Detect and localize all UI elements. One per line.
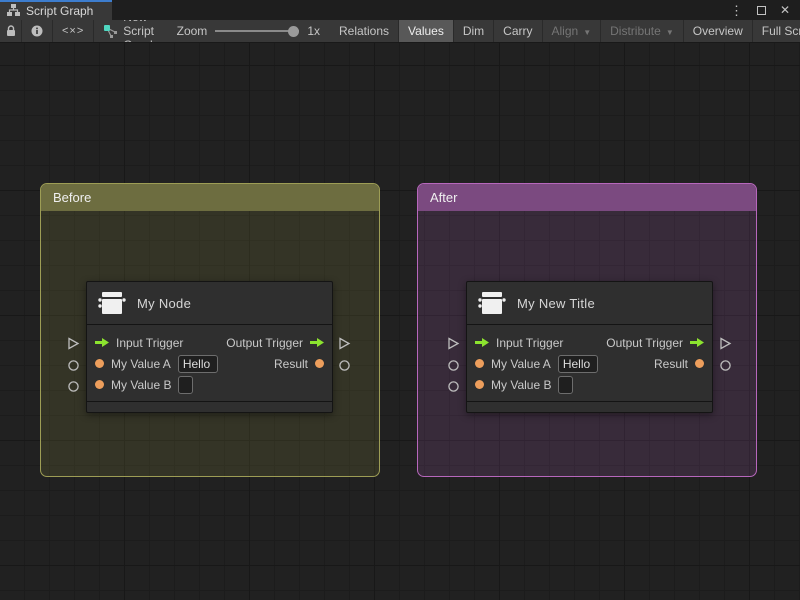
value-a-label: My Value A: [111, 356, 171, 371]
info-icon: [31, 25, 43, 37]
node-row-triggers: Input Trigger Output Trigger: [87, 332, 332, 353]
node-title: My Node: [137, 295, 192, 311]
value-b-input[interactable]: [558, 375, 574, 394]
node-row-value-b: My Value B: [87, 374, 332, 395]
value-b-port-icon[interactable]: [95, 380, 104, 389]
output-trigger-port-icon[interactable]: [690, 338, 704, 347]
info-button[interactable]: [22, 20, 53, 42]
script-graph-icon: [7, 4, 20, 16]
result-label: Result: [273, 356, 308, 371]
toolbar-button-overview[interactable]: Overview: [684, 20, 753, 42]
zoom-control: Zoom 1x: [167, 20, 330, 42]
output-trigger-port-icon[interactable]: [310, 338, 324, 347]
group-after-label: After: [430, 190, 458, 205]
node-footer: [467, 401, 712, 412]
graph-asset-icon: [104, 24, 118, 38]
ext-result-port[interactable]: [719, 359, 732, 372]
value-a-label: My Value A: [491, 356, 551, 371]
toolbar-button-dim[interactable]: Dim: [454, 20, 495, 42]
code-icon: <×>: [62, 25, 85, 37]
tab-bar: Script Graph ⋮ ✕: [0, 0, 800, 20]
unit-icon: [97, 290, 127, 316]
ext-output-trigger-port[interactable]: [338, 337, 351, 350]
ext-value-b-port[interactable]: [67, 380, 80, 393]
chevron-down-icon: ▼: [665, 27, 674, 37]
value-b-input[interactable]: [178, 375, 194, 394]
input-trigger-label: Input Trigger: [496, 335, 564, 350]
node-row-triggers: Input Trigger Output Trigger: [467, 332, 712, 353]
kebab-menu-icon[interactable]: ⋮: [730, 4, 743, 17]
toolbar: <×> New Script Graph Zoom 1x Relations V…: [0, 20, 800, 43]
node-header[interactable]: My Node: [87, 282, 332, 325]
ext-value-b-port[interactable]: [447, 380, 460, 393]
ext-output-trigger-port[interactable]: [719, 337, 732, 350]
lock-icon: [6, 25, 16, 37]
toolbar-button-relations[interactable]: Relations: [330, 20, 400, 42]
close-icon[interactable]: ✕: [780, 4, 790, 16]
input-trigger-port-icon[interactable]: [475, 338, 489, 347]
value-a-port-icon[interactable]: [95, 359, 104, 368]
ext-value-a-port[interactable]: [67, 359, 80, 372]
lock-button[interactable]: [0, 20, 22, 42]
node-body: Input Trigger Output Trigger My Value A: [87, 325, 332, 401]
tab-script-graph[interactable]: Script Graph: [0, 0, 112, 20]
node-body: Input Trigger Output Trigger My Value A: [467, 325, 712, 401]
node-footer: [87, 401, 332, 412]
node-title: My New Title: [517, 295, 596, 311]
value-a-port-icon[interactable]: [475, 359, 484, 368]
ext-input-trigger-port[interactable]: [67, 337, 80, 350]
output-trigger-label: Output Trigger: [226, 335, 303, 350]
tab-title: Script Graph: [26, 3, 94, 18]
toolbar-button-align[interactable]: Align ▼: [543, 20, 602, 42]
group-after-header[interactable]: After: [418, 184, 756, 211]
unit-icon: [477, 290, 507, 316]
node-row-value-a: My Value A Result: [467, 353, 712, 374]
zoom-slider-knob[interactable]: [288, 25, 300, 37]
value-b-label: My Value B: [491, 377, 552, 392]
zoom-slider[interactable]: [215, 25, 300, 37]
node-my-new-title[interactable]: My New Title Input Trigger Output Trigge…: [466, 281, 713, 413]
result-port-icon[interactable]: [695, 359, 704, 368]
result-label: Result: [653, 356, 688, 371]
input-trigger-port-icon[interactable]: [95, 338, 109, 347]
value-a-input[interactable]: [557, 354, 598, 373]
graph-canvas[interactable]: Before After My Node Input Trigger Outpu…: [0, 43, 800, 600]
node-row-value-a: My Value A Result: [87, 353, 332, 374]
toolbar-button-fullscreen[interactable]: Full Screen: [753, 20, 800, 42]
ext-value-a-port[interactable]: [447, 359, 460, 372]
toolbar-button-values[interactable]: Values: [399, 20, 454, 42]
align-label: Align: [551, 24, 579, 38]
value-a-input[interactable]: [177, 354, 218, 373]
group-before-header[interactable]: Before: [41, 184, 379, 211]
toolbar-button-distribute[interactable]: Distribute ▼: [601, 20, 684, 42]
ext-result-port[interactable]: [338, 359, 351, 372]
node-row-value-b: My Value B: [467, 374, 712, 395]
code-view-button[interactable]: <×>: [53, 20, 95, 42]
value-b-label: My Value B: [111, 377, 172, 392]
result-port-icon[interactable]: [315, 359, 324, 368]
group-before-label: Before: [53, 190, 92, 205]
graph-name-label: New Script Graph: [123, 20, 156, 42]
output-trigger-label: Output Trigger: [606, 335, 683, 350]
graph-name-button[interactable]: New Script Graph: [94, 20, 166, 42]
value-b-port-icon[interactable]: [475, 380, 484, 389]
maximize-icon[interactable]: [756, 5, 766, 15]
active-tab-accent: [0, 0, 112, 2]
zoom-label: Zoom: [176, 24, 208, 38]
window-controls: ⋮ ✕: [730, 0, 800, 20]
ext-input-trigger-port[interactable]: [447, 337, 460, 350]
script-graph-window: Script Graph ⋮ ✕ <×> New Script Graph: [0, 0, 800, 600]
zoom-value: 1x: [307, 24, 320, 38]
toolbar-button-carry[interactable]: Carry: [494, 20, 543, 42]
distribute-label: Distribute: [610, 24, 661, 38]
chevron-down-icon: ▼: [583, 27, 592, 37]
input-trigger-label: Input Trigger: [116, 335, 184, 350]
node-header[interactable]: My New Title: [467, 282, 712, 325]
node-my-node[interactable]: My Node Input Trigger Output Trigger My …: [86, 281, 333, 413]
zoom-slider-track: [215, 30, 300, 32]
